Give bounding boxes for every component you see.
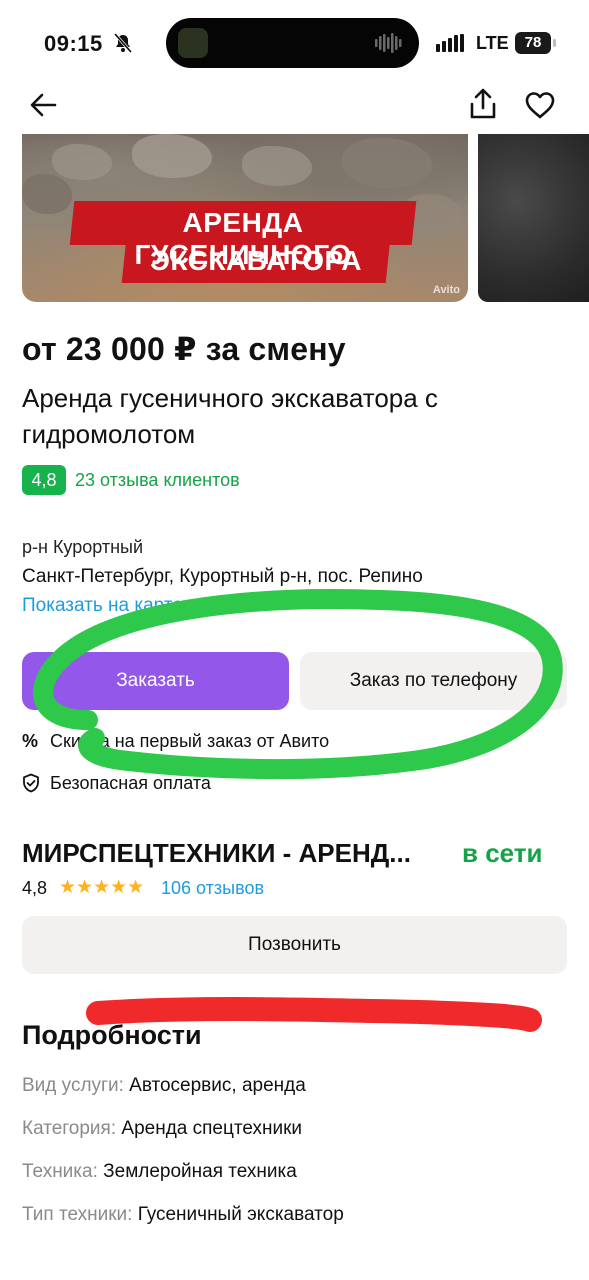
share-icon[interactable] <box>468 88 498 120</box>
listing-district: р-н Курортный <box>22 537 144 557</box>
seller-reviews-link[interactable]: 106 отзывов <box>161 878 264 899</box>
status-time: 09:15 <box>44 31 103 56</box>
seller-name[interactable]: МИРСПЕЦТЕХНИКИ - АРЕНД... <box>22 838 411 869</box>
detail-row: Категория: Аренда спецтехники <box>22 1118 302 1140</box>
photo-gallery[interactable]: АРЕНДА ГУСЕНИЧНОГО ЭКСКАВАТОРА Avito <box>0 134 589 302</box>
detail-value: Аренда спецтехники <box>121 1118 303 1139</box>
photo-watermark: Avito <box>432 284 460 296</box>
detail-row: Техника: Землеройная техника <box>22 1161 297 1183</box>
percent-icon: % <box>22 731 39 751</box>
listing-price: от 23 000 ₽ за смену <box>22 331 346 367</box>
battery-tip <box>553 39 556 47</box>
camera-indicator-icon <box>178 28 208 58</box>
battery-icon: 78 <box>515 32 551 54</box>
detail-row: Вид услуги: Автосервис, аренда <box>22 1075 306 1097</box>
order-button[interactable]: Заказать <box>22 652 289 710</box>
detail-value: Землеройная техника <box>103 1161 297 1182</box>
detail-value: Гусеничный экскаватор <box>137 1204 344 1225</box>
arrow-left-icon[interactable] <box>28 90 58 120</box>
detail-key: Вид услуги: <box>22 1075 124 1096</box>
phone-order-button[interactable]: Заказ по телефону <box>300 652 567 710</box>
detail-row: Тип техники: Гусеничный экскаватор <box>22 1204 344 1226</box>
detail-key: Техника: <box>22 1161 98 1182</box>
seller-score: 4,8 <box>22 878 48 898</box>
banner-line2: ЭКСКАВАТОРА <box>150 245 362 276</box>
network-label: LTE <box>476 33 509 53</box>
photo-banner: АРЕНДА ГУСЕНИЧНОГО ЭКСКАВАТОРА <box>69 201 417 283</box>
signal-icon <box>436 34 464 52</box>
status-bar: 09:15 LTE 78 <box>0 0 589 88</box>
reviews-link[interactable]: 23 отзыва клиентов <box>75 470 240 491</box>
show-on-map-link[interactable]: Показать на карте <box>22 595 183 617</box>
red-line-annotation <box>86 997 542 1032</box>
dynamic-island <box>166 18 419 68</box>
seller-online-status: в сети <box>462 838 543 868</box>
listing-address: Санкт-Петербург, Курортный р-н, пос. Реп… <box>22 566 423 587</box>
detail-key: Категория: <box>22 1118 117 1139</box>
detail-value: Автосервис, аренда <box>129 1075 306 1096</box>
audio-wave-icon <box>375 33 402 53</box>
rating-badge: 4,8 <box>22 465 66 495</box>
safe-payment-text: Безопасная оплата <box>50 773 211 793</box>
listing-photo[interactable]: АРЕНДА ГУСЕНИЧНОГО ЭКСКАВАТОРА Avito <box>22 134 468 302</box>
details-heading: Подробности <box>22 1020 202 1050</box>
call-button[interactable]: Позвонить <box>22 916 567 974</box>
detail-key: Тип техники: <box>22 1204 133 1225</box>
star-rating-icon: ★★★★★ <box>59 877 145 898</box>
listing-photo-next[interactable] <box>478 134 589 302</box>
shield-check-icon <box>23 773 39 793</box>
heart-icon[interactable] <box>524 90 556 120</box>
muted-bell-icon <box>114 33 132 53</box>
listing-title: Аренда гусеничного экскаватора с гидромо… <box>22 383 438 449</box>
discount-text: Скидка на первый заказ от Авито <box>50 731 330 751</box>
